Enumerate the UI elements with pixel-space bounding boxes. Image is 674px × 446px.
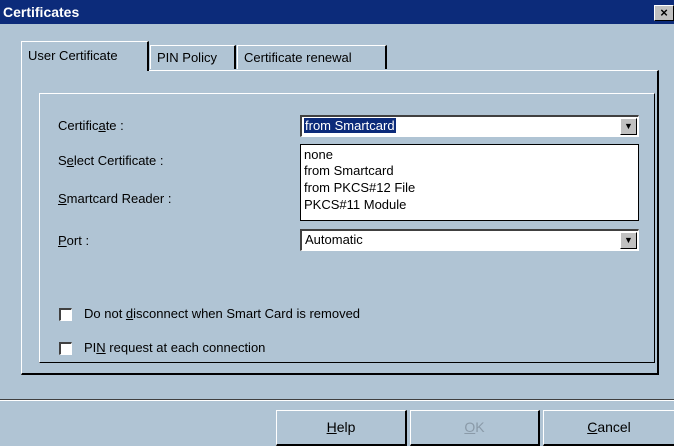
close-icon: ×: [660, 5, 668, 20]
certificate-selected-value: from Smartcard: [304, 118, 396, 133]
dropdown-option[interactable]: none: [304, 147, 333, 162]
chevron-down-icon[interactable]: ▼: [620, 232, 637, 249]
tab-pin-policy[interactable]: PIN Policy: [150, 45, 236, 69]
dropdown-option[interactable]: PKCS#11 Module: [304, 197, 406, 212]
tab-label: PIN Policy: [157, 50, 217, 65]
tab-label: Certificate renewal: [244, 50, 352, 65]
window-title: Certificates: [3, 4, 80, 20]
port-label: Port :: [58, 233, 90, 248]
close-button[interactable]: ×: [654, 5, 674, 21]
dropdown-option[interactable]: from PKCS#12 File: [304, 180, 415, 195]
chevron-down-icon[interactable]: ▼: [620, 118, 637, 135]
pin-request-checkbox[interactable]: [59, 342, 72, 355]
tab-certificate-renewal[interactable]: Certificate renewal: [237, 45, 387, 69]
dialog-body: PIN Policy Certificate renewal User Cert…: [0, 24, 674, 446]
tab-user-certificate[interactable]: User Certificate: [21, 41, 149, 71]
smartcard-reader-label: Smartcard Reader :: [58, 191, 172, 206]
cancel-button[interactable]: Cancel: [543, 410, 674, 446]
port-selected-value: Automatic: [305, 232, 363, 247]
ok-button[interactable]: OK: [410, 410, 540, 446]
disconnect-checkbox-label[interactable]: Do not disconnect when Smart Card is rem…: [84, 306, 360, 321]
certificate-dropdown-list: none from Smartcard from PKCS#12 File PK…: [300, 144, 639, 221]
disconnect-checkbox[interactable]: [59, 308, 72, 321]
dropdown-option[interactable]: from Smartcard: [304, 163, 394, 178]
help-button[interactable]: Help: [276, 410, 407, 446]
title-bar: Certificates ×: [0, 0, 674, 24]
tab-label: User Certificate: [28, 48, 118, 63]
separator: [0, 400, 674, 401]
select-certificate-label: Select Certificate :: [58, 153, 164, 168]
pin-request-checkbox-label[interactable]: PIN request at each connection: [84, 340, 265, 355]
certificate-label: Certificate :: [58, 118, 124, 133]
certificate-select[interactable]: from Smartcard ▼: [300, 115, 639, 137]
port-select[interactable]: Automatic ▼: [300, 229, 639, 251]
